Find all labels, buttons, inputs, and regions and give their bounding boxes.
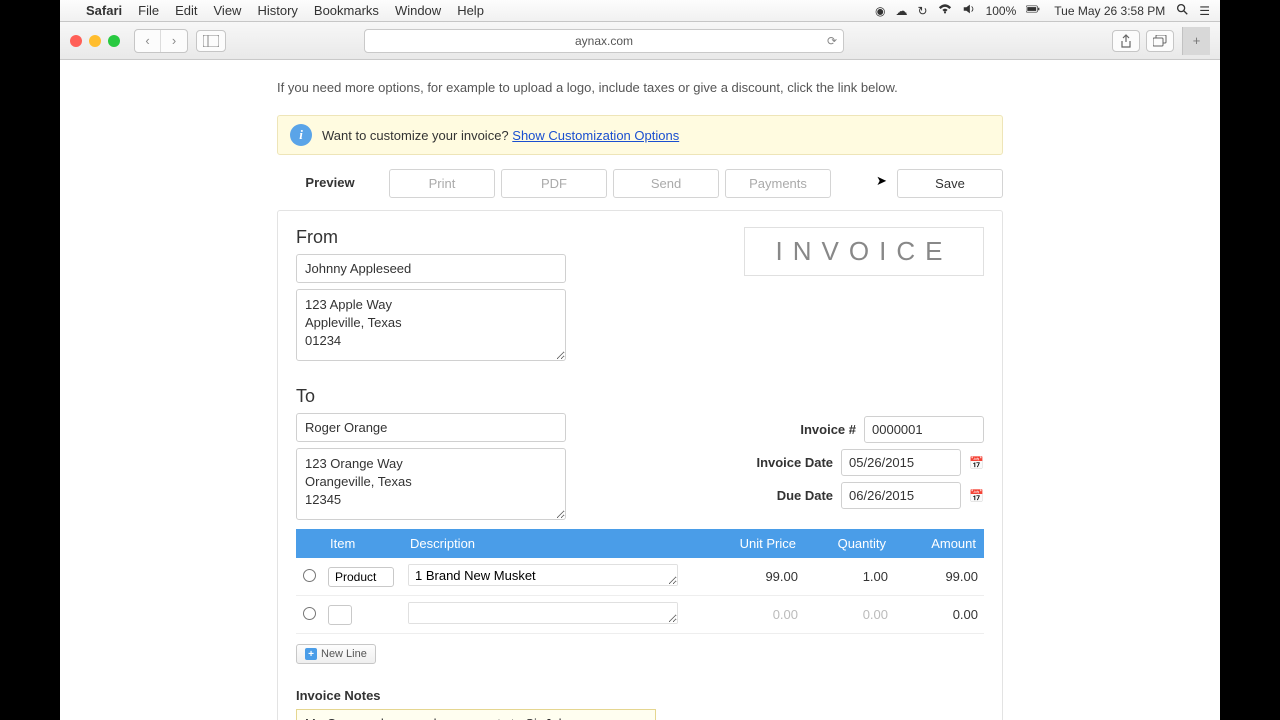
invoice-title: INVOICE — [744, 227, 984, 276]
notice-text: Want to customize your invoice? — [322, 128, 509, 143]
mouse-cursor-icon: ➤ — [876, 173, 887, 189]
to-address-input[interactable] — [296, 448, 566, 520]
item-qty[interactable]: 1.00 — [804, 558, 894, 596]
item-type-select[interactable] — [328, 605, 352, 625]
window-zoom-icon[interactable] — [108, 35, 120, 47]
item-amount: 99.00 — [894, 558, 984, 596]
payments-button[interactable]: Payments — [725, 169, 831, 198]
menu-file[interactable]: File — [138, 3, 159, 18]
action-bar: Preview Print PDF Send Payments ➤ Save — [277, 169, 1003, 198]
due-date-input[interactable] — [841, 482, 961, 509]
save-button[interactable]: ➤ Save — [897, 169, 1003, 198]
notification-center-icon[interactable]: ☰ — [1199, 4, 1210, 18]
item-description-input[interactable] — [408, 602, 678, 624]
item-price[interactable]: 0.00 — [714, 596, 804, 634]
to-label: To — [296, 386, 724, 407]
table-row: Product⇅ 99.00 1.00 99.00 — [296, 558, 984, 596]
to-name-input[interactable] — [296, 413, 566, 442]
item-qty[interactable]: 0.00 — [804, 596, 894, 634]
app-menu[interactable]: Safari — [86, 3, 122, 18]
row-select-radio[interactable] — [303, 607, 316, 620]
calendar-icon[interactable]: 📅 — [969, 489, 984, 503]
new-line-button[interactable]: + New Line — [296, 644, 376, 664]
menu-help[interactable]: Help — [457, 3, 484, 18]
invoice-date-label: Invoice Date — [756, 455, 833, 470]
print-button[interactable]: Print — [389, 169, 495, 198]
col-unit-price: Unit Price — [714, 529, 804, 558]
from-address-input[interactable] — [296, 289, 566, 361]
battery-icon[interactable] — [1026, 2, 1040, 19]
forward-button[interactable]: › — [161, 30, 187, 52]
reload-icon[interactable]: ⟳ — [827, 34, 837, 48]
show-customization-link[interactable]: Show Customization Options — [512, 128, 679, 143]
line-items-table: Item Description Unit Price Quantity Amo… — [296, 529, 984, 634]
page-body: If you need more options, for example to… — [60, 60, 1220, 720]
send-button[interactable]: Send — [613, 169, 719, 198]
col-description: Description — [402, 529, 714, 558]
menu-view[interactable]: View — [214, 3, 242, 18]
menu-edit[interactable]: Edit — [175, 3, 197, 18]
tabs-button[interactable] — [1146, 30, 1174, 52]
back-button[interactable]: ‹ — [135, 30, 161, 52]
calendar-icon[interactable]: 📅 — [969, 456, 984, 470]
spotlight-icon[interactable] — [1175, 2, 1189, 19]
invoice-date-input[interactable] — [841, 449, 961, 476]
due-date-label: Due Date — [777, 488, 833, 503]
menu-history[interactable]: History — [257, 3, 297, 18]
invoice-number-input[interactable] — [864, 416, 984, 443]
item-price[interactable]: 99.00 — [714, 558, 804, 596]
battery-percent: 100% — [986, 4, 1017, 18]
preview-button[interactable]: Preview — [277, 169, 383, 198]
wifi-icon[interactable] — [938, 2, 952, 19]
from-name-input[interactable] — [296, 254, 566, 283]
info-icon: i — [290, 124, 312, 146]
menubar-clock[interactable]: Tue May 26 3:58 PM — [1054, 4, 1165, 18]
address-bar[interactable]: aynax.com ⟳ — [364, 29, 844, 53]
volume-icon[interactable] — [962, 2, 976, 19]
timemachine-icon[interactable]: ↻ — [918, 4, 928, 18]
customize-notice: i Want to customize your invoice? Show C… — [277, 115, 1003, 155]
plus-icon: + — [305, 648, 317, 660]
mac-menubar: Safari File Edit View History Bookmarks … — [60, 0, 1220, 22]
invoice-number-label: Invoice # — [800, 422, 856, 437]
cloud-icon[interactable]: ☁ — [896, 4, 908, 18]
notes-label: Invoice Notes — [296, 688, 984, 703]
item-description-input[interactable] — [408, 564, 678, 586]
safari-toolbar: ‹ › aynax.com ⟳ + — [60, 22, 1220, 60]
window-minimize-icon[interactable] — [89, 35, 101, 47]
screenrec-icon[interactable]: ◉ — [875, 4, 885, 18]
item-type-select[interactable]: Product — [328, 567, 394, 587]
col-amount: Amount — [894, 529, 984, 558]
window-close-icon[interactable] — [70, 35, 82, 47]
invoice-card: From To INVOICE Invoice # — [277, 210, 1003, 720]
from-label: From — [296, 227, 724, 248]
new-tab-button[interactable]: + — [1182, 27, 1210, 55]
table-row: ⇅ 0.00 0.00 0.00 — [296, 596, 984, 634]
share-button[interactable] — [1112, 30, 1140, 52]
col-quantity: Quantity — [804, 529, 894, 558]
invoice-notes-input[interactable] — [296, 709, 656, 720]
pdf-button[interactable]: PDF — [501, 169, 607, 198]
intro-text: If you need more options, for example to… — [277, 80, 1003, 95]
sidebar-button[interactable] — [196, 30, 226, 52]
item-amount: 0.00 — [894, 596, 984, 634]
col-item: Item — [322, 529, 402, 558]
menu-bookmarks[interactable]: Bookmarks — [314, 3, 379, 18]
menu-window[interactable]: Window — [395, 3, 441, 18]
row-select-radio[interactable] — [303, 569, 316, 582]
address-url: aynax.com — [575, 34, 633, 48]
